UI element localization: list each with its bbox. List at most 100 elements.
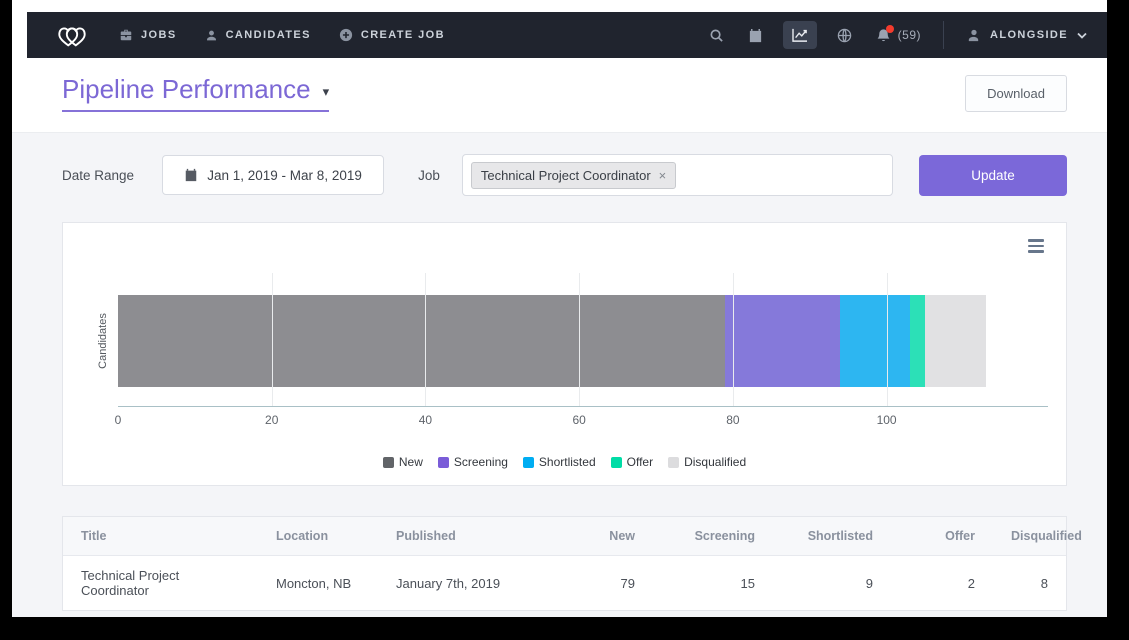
x-tick-label: 20 bbox=[265, 413, 278, 427]
cell-offer: 2 bbox=[891, 556, 993, 611]
chart-export-menu-icon[interactable] bbox=[1028, 239, 1044, 256]
cell-published: January 7th, 2019 bbox=[378, 556, 543, 611]
gridline bbox=[579, 273, 580, 406]
tag-remove-icon[interactable]: × bbox=[659, 169, 667, 182]
results-table-panel: TitleLocationPublishedNewScreeningShortl… bbox=[62, 516, 1067, 611]
filter-bar: Date Range Jan 1, 2019 - Mar 8, 2019 Job… bbox=[62, 154, 1067, 196]
bar-segment-offer[interactable] bbox=[910, 295, 925, 387]
alongside-logo-hearts-icon[interactable] bbox=[51, 19, 93, 51]
legend-label: Shortlisted bbox=[539, 455, 596, 469]
analytics-icon[interactable] bbox=[783, 21, 817, 49]
cell-new: 79 bbox=[543, 556, 653, 611]
plot-area bbox=[118, 273, 1048, 407]
notifications-bell[interactable] bbox=[876, 28, 891, 43]
report-selector[interactable]: Pipeline Performance ▾ bbox=[62, 74, 329, 112]
column-header-published: Published bbox=[378, 517, 543, 556]
page-title: Pipeline Performance bbox=[62, 74, 311, 105]
bar-segment-disqualified[interactable] bbox=[925, 295, 986, 387]
gridline bbox=[887, 273, 888, 406]
legend-item-screening[interactable]: Screening bbox=[438, 455, 508, 469]
column-header-location: Location bbox=[258, 517, 378, 556]
page-header: Pipeline Performance ▾ Download bbox=[12, 58, 1107, 133]
x-tick-label: 80 bbox=[726, 413, 739, 427]
cell-title: Technical Project Coordinator bbox=[63, 556, 258, 611]
table-row: Technical Project CoordinatorMoncton, NB… bbox=[63, 556, 1066, 611]
legend-swatch bbox=[523, 457, 534, 468]
column-header-screening: Screening bbox=[653, 517, 773, 556]
content-area: Date Range Jan 1, 2019 - Mar 8, 2019 Job… bbox=[12, 133, 1107, 617]
account-menu[interactable]: ALONGSIDE bbox=[966, 28, 1087, 43]
nav-divider bbox=[943, 21, 944, 49]
gridline bbox=[425, 273, 426, 406]
nav-menu: JOBS CANDIDATES CREATE JOB bbox=[119, 28, 445, 42]
calendar-icon bbox=[184, 168, 198, 182]
globe-icon[interactable] bbox=[837, 28, 852, 43]
account-label: ALONGSIDE bbox=[990, 29, 1068, 41]
chevron-down-icon bbox=[1077, 32, 1087, 39]
column-header-disqualified: Disqualified bbox=[993, 517, 1066, 556]
person-icon bbox=[205, 29, 218, 42]
bar-stack bbox=[118, 295, 1048, 387]
download-button[interactable]: Download bbox=[965, 75, 1067, 112]
legend-label: Offer bbox=[627, 455, 653, 469]
nav-item-jobs[interactable]: JOBS bbox=[119, 28, 177, 42]
nav-item-candidates[interactable]: CANDIDATES bbox=[205, 29, 311, 42]
column-header-offer: Offer bbox=[891, 517, 993, 556]
cell-disqualified: 8 bbox=[993, 556, 1066, 611]
column-header-new: New bbox=[543, 517, 653, 556]
legend-swatch bbox=[383, 457, 394, 468]
bar-segment-shortlisted[interactable] bbox=[840, 295, 909, 387]
legend-swatch bbox=[668, 457, 679, 468]
table-header-row: TitleLocationPublishedNewScreeningShortl… bbox=[63, 517, 1066, 556]
nav-item-label: JOBS bbox=[141, 29, 177, 41]
legend-label: New bbox=[399, 455, 423, 469]
legend-item-new[interactable]: New bbox=[383, 455, 423, 469]
date-range-input[interactable]: Jan 1, 2019 - Mar 8, 2019 bbox=[162, 155, 384, 195]
gridline bbox=[733, 273, 734, 406]
update-button[interactable]: Update bbox=[919, 155, 1067, 196]
legend-item-disqualified[interactable]: Disqualified bbox=[668, 455, 746, 469]
date-range-label: Date Range bbox=[62, 168, 134, 183]
notifications-count[interactable]: (59) bbox=[898, 28, 921, 42]
chart-panel: Candidates 0 20 40 60 80 100 New Screening Shor… bbox=[62, 222, 1067, 486]
nav-item-label: CREATE JOB bbox=[361, 29, 445, 41]
nav-right-icons: (59) ALONGSIDE bbox=[685, 21, 1087, 49]
nav-item-create-job[interactable]: CREATE JOB bbox=[339, 28, 445, 42]
job-tag: Technical Project Coordinator × bbox=[471, 162, 676, 189]
top-navbar: JOBS CANDIDATES CREATE JOB bbox=[27, 12, 1107, 58]
app-window: JOBS CANDIDATES CREATE JOB bbox=[12, 0, 1107, 617]
column-header-shortlisted: Shortlisted bbox=[773, 517, 891, 556]
job-multiselect-input[interactable]: Technical Project Coordinator × bbox=[462, 154, 893, 196]
job-label: Job bbox=[418, 168, 440, 183]
notification-dot bbox=[886, 25, 894, 33]
plus-circle-icon bbox=[339, 28, 353, 42]
date-range-value: Jan 1, 2019 - Mar 8, 2019 bbox=[207, 168, 362, 183]
bar-segment-screening[interactable] bbox=[725, 295, 840, 387]
x-tick-label: 60 bbox=[572, 413, 585, 427]
column-header-title: Title bbox=[63, 517, 258, 556]
search-icon[interactable] bbox=[709, 28, 724, 43]
cell-screening: 15 bbox=[653, 556, 773, 611]
legend-label: Disqualified bbox=[684, 455, 746, 469]
legend-swatch bbox=[611, 457, 622, 468]
briefcase-icon bbox=[119, 28, 133, 42]
x-tick-label: 40 bbox=[419, 413, 432, 427]
legend-item-shortlisted[interactable]: Shortlisted bbox=[523, 455, 596, 469]
chart-legend: New Screening Shortlisted Offer Disqualified bbox=[63, 455, 1066, 469]
job-tag-label: Technical Project Coordinator bbox=[481, 168, 651, 183]
x-tick-label: 0 bbox=[115, 413, 122, 427]
legend-label: Screening bbox=[454, 455, 508, 469]
bar-segment-new[interactable] bbox=[118, 295, 725, 387]
legend-item-offer[interactable]: Offer bbox=[611, 455, 653, 469]
cell-location: Moncton, NB bbox=[258, 556, 378, 611]
cell-shortlisted: 9 bbox=[773, 556, 891, 611]
calendar-icon[interactable] bbox=[748, 28, 763, 43]
results-table: TitleLocationPublishedNewScreeningShortl… bbox=[63, 517, 1066, 610]
gridline bbox=[272, 273, 273, 406]
legend-swatch bbox=[438, 457, 449, 468]
caret-down-icon: ▾ bbox=[323, 84, 330, 100]
x-axis-ticks: 0 20 40 60 80 100 bbox=[118, 413, 1048, 429]
user-avatar-icon bbox=[966, 28, 981, 43]
x-tick-label: 100 bbox=[877, 413, 897, 427]
chart-y-axis-label: Candidates bbox=[97, 313, 109, 369]
